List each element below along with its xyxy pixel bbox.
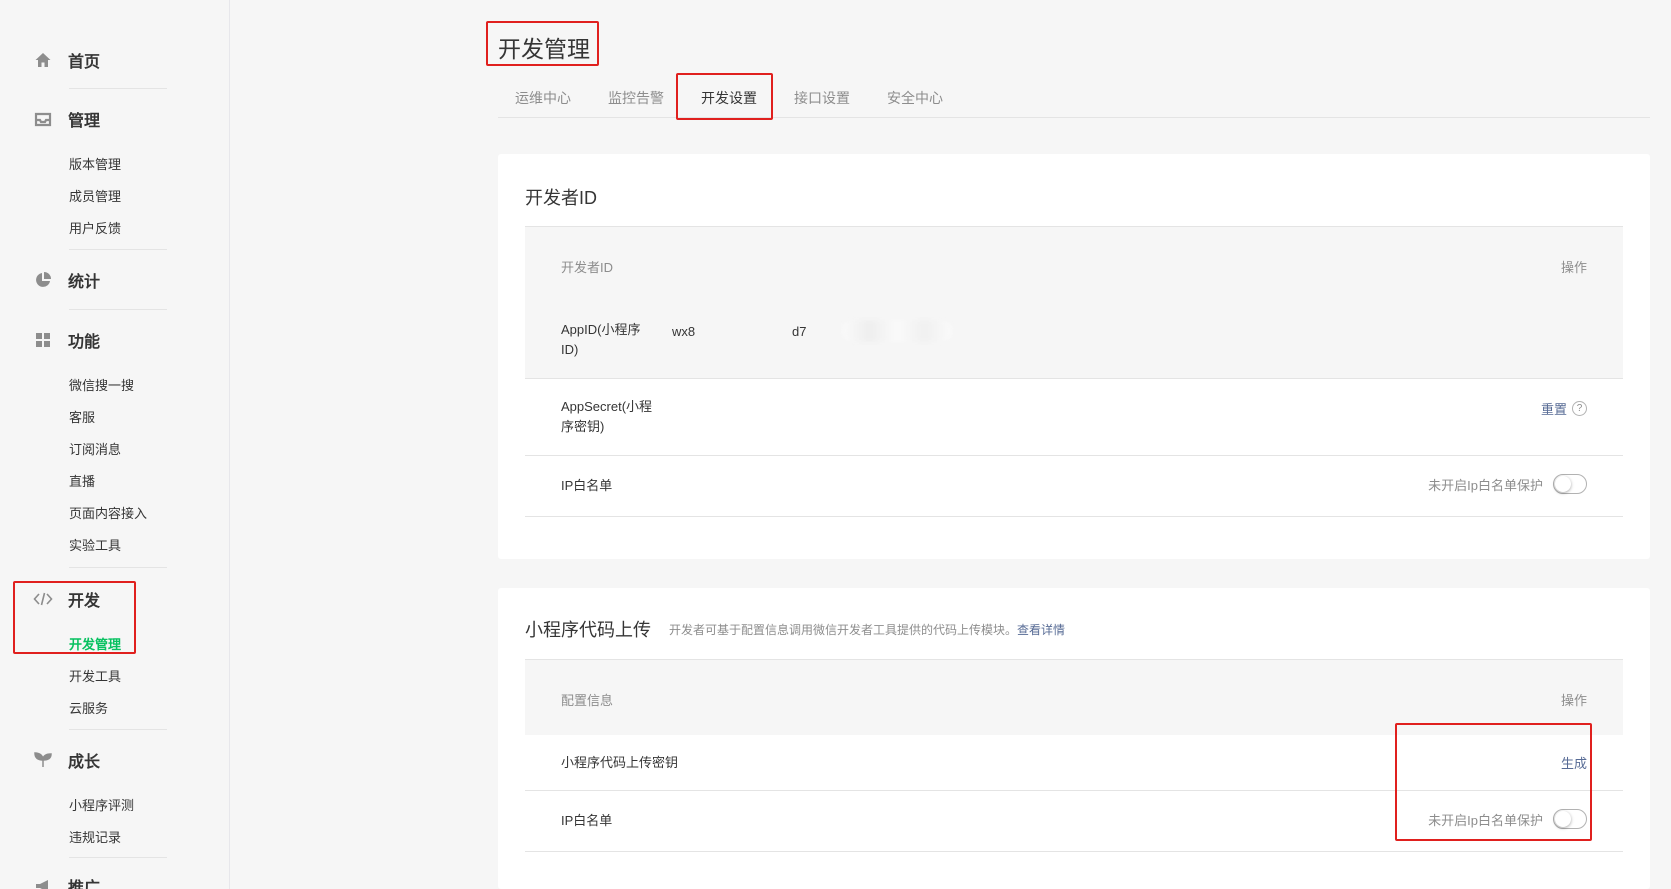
tab-ops[interactable]: 运维中心 [515,88,571,108]
ip-actions: 未开启Ip白名单保护 [1428,809,1587,829]
tab-bar: 运维中心 监控告警 开发设置 接口设置 安全中心 [498,72,1650,118]
upload-key-actions: 生成 [1561,753,1587,772]
developer-id-card: 开发者ID 开发者ID 操作 AppID(小程序ID) wx8 d7 AppSe… [498,154,1650,559]
nav-item-live[interactable]: 直播 [69,471,95,490]
divider [69,249,167,250]
help-icon[interactable]: ? [1572,401,1587,416]
toggle-knob [1555,811,1571,827]
nav-item-experiment[interactable]: 实验工具 [69,535,121,554]
divider [69,729,167,730]
appid-value: wx8 d7 [672,320,952,342]
nav-stats-label: 统计 [68,274,101,291]
nav-features[interactable]: 功能 [33,328,100,352]
sprout-icon [33,750,53,770]
nav-item-version[interactable]: 版本管理 [69,154,121,173]
appid-redacted [842,320,952,342]
description-text: 开发者可基于配置信息调用微信开发者工具提供的代码上传模块。 [669,622,1018,637]
nav-item-violations[interactable]: 违规记录 [69,827,121,846]
appid-suffix: d7 [792,324,807,339]
col-actions: 操作 [1560,693,1587,708]
table-row-appid: AppID(小程序ID) wx8 d7 [525,302,1623,379]
table-row-secret: AppSecret(小程序密钥) 重置 ? [525,379,1623,456]
nav-manage[interactable]: 管理 [33,107,100,131]
card-title: 开发者ID [525,188,597,208]
table-header: 开发者ID 操作 [525,226,1623,302]
ip-label: IP白名单 [561,813,613,828]
upload-key-label: 小程序代码上传密钥 [561,755,679,770]
nav-stats[interactable]: 统计 [33,268,100,292]
nav-dev[interactable]: 开发 [33,587,100,611]
divider [69,567,167,568]
nav-item-subscribe[interactable]: 订阅消息 [69,439,121,458]
page-title: 开发管理 [498,36,590,62]
card-description: 开发者可基于配置信息调用微信开发者工具提供的代码上传模块。查看详情 [669,621,1065,638]
card-title: 小程序代码上传 [525,620,651,640]
home-icon [33,50,53,70]
table-header: 配置信息 操作 [525,659,1623,735]
grid-icon [33,330,53,350]
nav-item-feedback[interactable]: 用户反馈 [69,218,121,237]
divider [69,88,167,89]
divider [69,309,167,310]
ip-whitelist-toggle[interactable] [1553,809,1587,829]
nav-item-content[interactable]: 页面内容接入 [69,503,147,522]
table-row-ip: IP白名单 未开启Ip白名单保护 [525,791,1623,852]
col-actions: 操作 [1560,260,1587,275]
secret-actions: 重置 ? [1541,399,1587,418]
nav-item-service[interactable]: 客服 [69,407,95,426]
nav-manage-label: 管理 [68,113,101,130]
nav-dev-label: 开发 [68,593,101,610]
tab-monitor[interactable]: 监控告警 [608,88,664,108]
reset-secret-link[interactable]: 重置 [1541,399,1567,418]
col-developer-id: 开发者ID [561,260,614,275]
nav-item-evaluate[interactable]: 小程序评测 [69,795,134,814]
ip-whitelist-toggle[interactable] [1553,474,1587,494]
ip-status-text: 未开启Ip白名单保护 [1428,477,1543,493]
ip-status-text: 未开启Ip白名单保护 [1428,812,1543,828]
nav-item-cloud[interactable]: 云服务 [69,698,108,717]
nav-promo[interactable]: 推广 [33,874,100,889]
pie-chart-icon [33,270,53,290]
secret-label: AppSecret(小程序密钥) [561,399,653,434]
appid-label: AppID(小程序ID) [561,322,641,357]
code-icon [33,589,53,609]
code-upload-card: 小程序代码上传 开发者可基于配置信息调用微信开发者工具提供的代码上传模块。查看详… [498,588,1650,889]
nav-item-search[interactable]: 微信搜一搜 [69,375,134,394]
toggle-knob [1555,476,1571,492]
ip-actions: 未开启Ip白名单保护 [1428,474,1587,494]
nav-item-members[interactable]: 成员管理 [69,186,121,205]
divider [69,857,167,858]
tab-dev-settings[interactable]: 开发设置 [701,88,757,108]
appid-prefix: wx8 [672,324,696,339]
nav-growth-label: 成长 [68,754,101,771]
generate-key-link[interactable]: 生成 [1561,753,1587,772]
sidebar: 首页 管理 版本管理 成员管理 用户反馈 统计 功能 微信搜一搜 客服 订阅消息… [0,0,230,889]
inbox-icon [33,109,53,129]
tab-security[interactable]: 安全中心 [887,88,943,108]
nav-promo-label: 推广 [68,880,101,889]
ip-label: IP白名单 [561,478,613,493]
nav-home-label: 首页 [68,54,101,71]
megaphone-icon [33,876,53,889]
tab-api-settings[interactable]: 接口设置 [794,88,850,108]
nav-item-dev-tools[interactable]: 开发工具 [69,666,121,685]
upload-card-header: 小程序代码上传 开发者可基于配置信息调用微信开发者工具提供的代码上传模块。查看详… [525,616,1065,642]
view-details-link[interactable]: 查看详情 [1017,623,1065,637]
nav-item-dev-manage[interactable]: 开发管理 [69,634,121,653]
nav-growth[interactable]: 成长 [33,748,100,772]
nav-features-label: 功能 [68,334,101,351]
nav-home[interactable]: 首页 [33,48,100,72]
table-row-ip: IP白名单 未开启Ip白名单保护 [525,456,1623,517]
table-row-upload-key: 小程序代码上传密钥 生成 [525,735,1623,791]
col-config: 配置信息 [561,693,614,708]
